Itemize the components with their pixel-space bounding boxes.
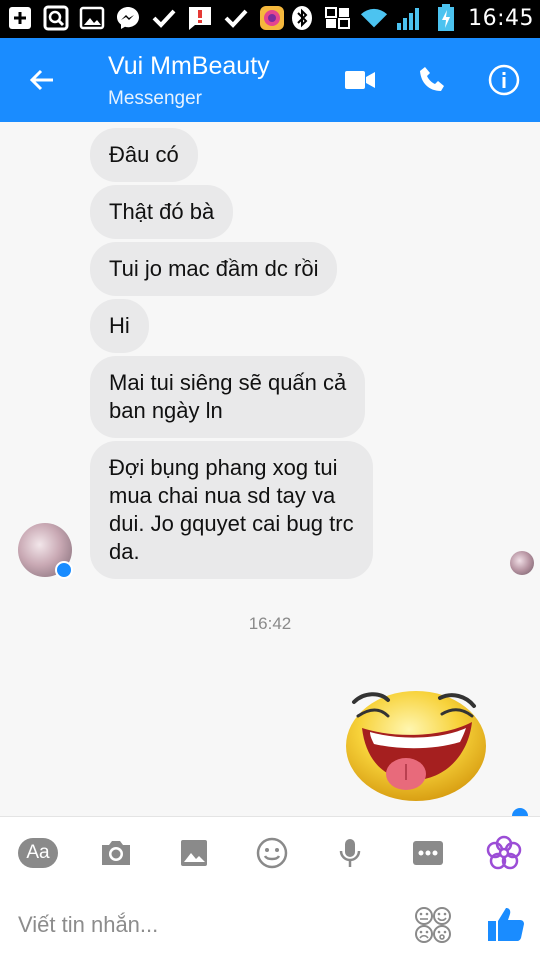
contact-subtitle: Messenger: [108, 88, 202, 109]
microphone-icon: [339, 839, 361, 867]
message-bubble[interactable]: Hi: [90, 299, 149, 353]
message-timestamp: 16:42: [248, 614, 292, 633]
image-icon: [78, 4, 106, 32]
message-bubble[interactable]: Đâu có: [90, 128, 198, 182]
alert-chat-icon: [186, 4, 214, 32]
gallery-button[interactable]: [174, 833, 214, 873]
phone-icon: [420, 67, 444, 91]
camera-button[interactable]: [96, 833, 136, 873]
message-bubble[interactable]: Đợi bụng phang xog tui mua chai nua sd t…: [90, 441, 373, 579]
message-bubble[interactable]: Thật đó bà: [90, 185, 234, 239]
messenger-icon: [114, 4, 142, 32]
like-button[interactable]: [486, 904, 526, 944]
more-icon: [413, 841, 443, 865]
arrow-left-icon: [29, 69, 53, 91]
check-icon: [150, 4, 178, 32]
gallery-icon: [181, 840, 207, 866]
contact-name[interactable]: Vui MmBeauty: [108, 52, 270, 81]
info-icon: [488, 64, 520, 96]
message-bubble[interactable]: Tui jo mac đầm dc rồi: [90, 242, 338, 296]
conversation-header: Vui MmBeauty Messenger: [0, 38, 540, 122]
message-bubble[interactable]: Mai tui siêng sẽ quấn cả ban ngày ln: [90, 356, 366, 438]
signal-icon: [396, 4, 424, 32]
clock: 16:45: [468, 5, 534, 31]
status-bar: 16:45: [0, 0, 540, 38]
video-call-icon: [345, 71, 375, 89]
emoji-selector-icon: [415, 907, 451, 943]
camera-icon: [102, 841, 130, 865]
phone-call-button[interactable]: [410, 58, 454, 102]
camera-app-icon: [258, 4, 286, 32]
search-box-icon: [42, 4, 70, 32]
voice-button[interactable]: [330, 833, 370, 873]
text-format-button[interactable]: Aa: [18, 833, 58, 873]
video-call-button[interactable]: [338, 58, 382, 102]
message-input[interactable]: [18, 908, 388, 942]
composer: [0, 888, 540, 960]
vibrate-icon: [324, 4, 352, 32]
seen-avatar: [510, 551, 534, 575]
more-button[interactable]: [408, 833, 448, 873]
flower-button[interactable]: [484, 833, 524, 873]
messenger-badge-icon: [55, 561, 73, 579]
thumbs-up-icon: [488, 908, 524, 941]
info-button[interactable]: [482, 58, 526, 102]
flower-icon: [486, 835, 522, 870]
status-right-icons: 16:45: [288, 4, 534, 32]
emoji-icon: [256, 837, 288, 869]
battery-charging-icon: [432, 4, 460, 32]
text-format-icon: Aa: [18, 838, 58, 868]
status-left-icons: [6, 4, 286, 32]
emoji-selector-button[interactable]: [414, 906, 452, 944]
composer-toolbar: Aa: [0, 816, 540, 888]
emoji-button[interactable]: [252, 833, 292, 873]
bluetooth-icon: [288, 4, 316, 32]
laughing-emoji-sticker[interactable]: [340, 676, 488, 802]
back-button[interactable]: [20, 58, 64, 102]
wifi-icon: [360, 4, 388, 32]
add-box-icon: [6, 4, 34, 32]
check-icon: [222, 4, 250, 32]
